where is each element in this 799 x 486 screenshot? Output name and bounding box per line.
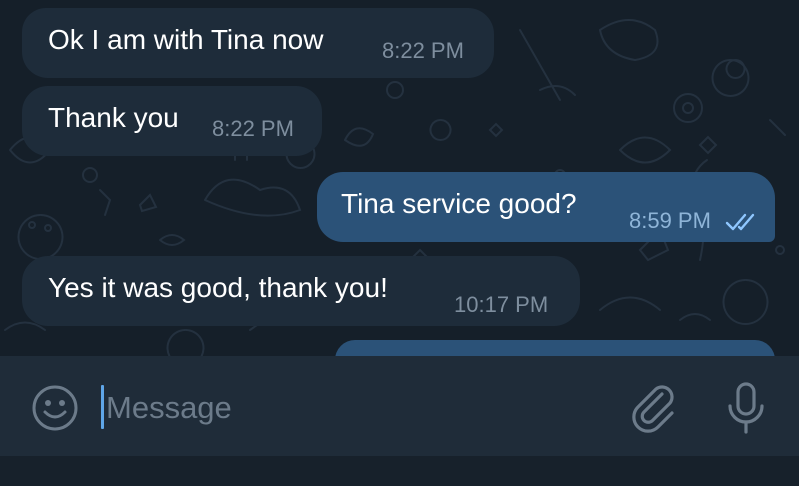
message-bubble-incoming[interactable]: Thank you 8:22 PM <box>22 86 322 156</box>
message-text: Thank you <box>48 102 179 133</box>
emoji-icon[interactable] <box>30 383 80 433</box>
message-time: 8:22 PM <box>212 116 294 141</box>
message-bubble-incoming[interactable]: Yes it was good, thank you! 10:17 PM <box>22 256 580 326</box>
message-bubble-outgoing-partial[interactable] <box>335 340 775 356</box>
double-check-icon <box>725 213 755 231</box>
message-input[interactable] <box>106 386 606 430</box>
text-cursor <box>101 385 104 429</box>
message-bubble-incoming[interactable]: Ok I am with Tina now 8:22 PM <box>22 8 494 78</box>
message-text: Yes it was good, thank you! <box>48 272 388 303</box>
paperclip-icon[interactable] <box>628 382 680 434</box>
message-composer <box>0 356 799 456</box>
message-text: Tina service good? <box>341 188 577 219</box>
message-bubble-outgoing[interactable]: Tina service good? 8:59 PM <box>317 172 775 242</box>
message-text: Ok I am with Tina now <box>48 24 324 55</box>
message-time: 8:59 PM <box>629 208 711 233</box>
chat-area[interactable]: Ok I am with Tina now 8:22 PM Thank you … <box>0 0 799 356</box>
message-time: 8:22 PM <box>382 38 464 63</box>
message-time: 10:17 PM <box>454 292 549 317</box>
system-nav-strip <box>0 456 799 486</box>
microphone-icon[interactable] <box>722 380 770 436</box>
